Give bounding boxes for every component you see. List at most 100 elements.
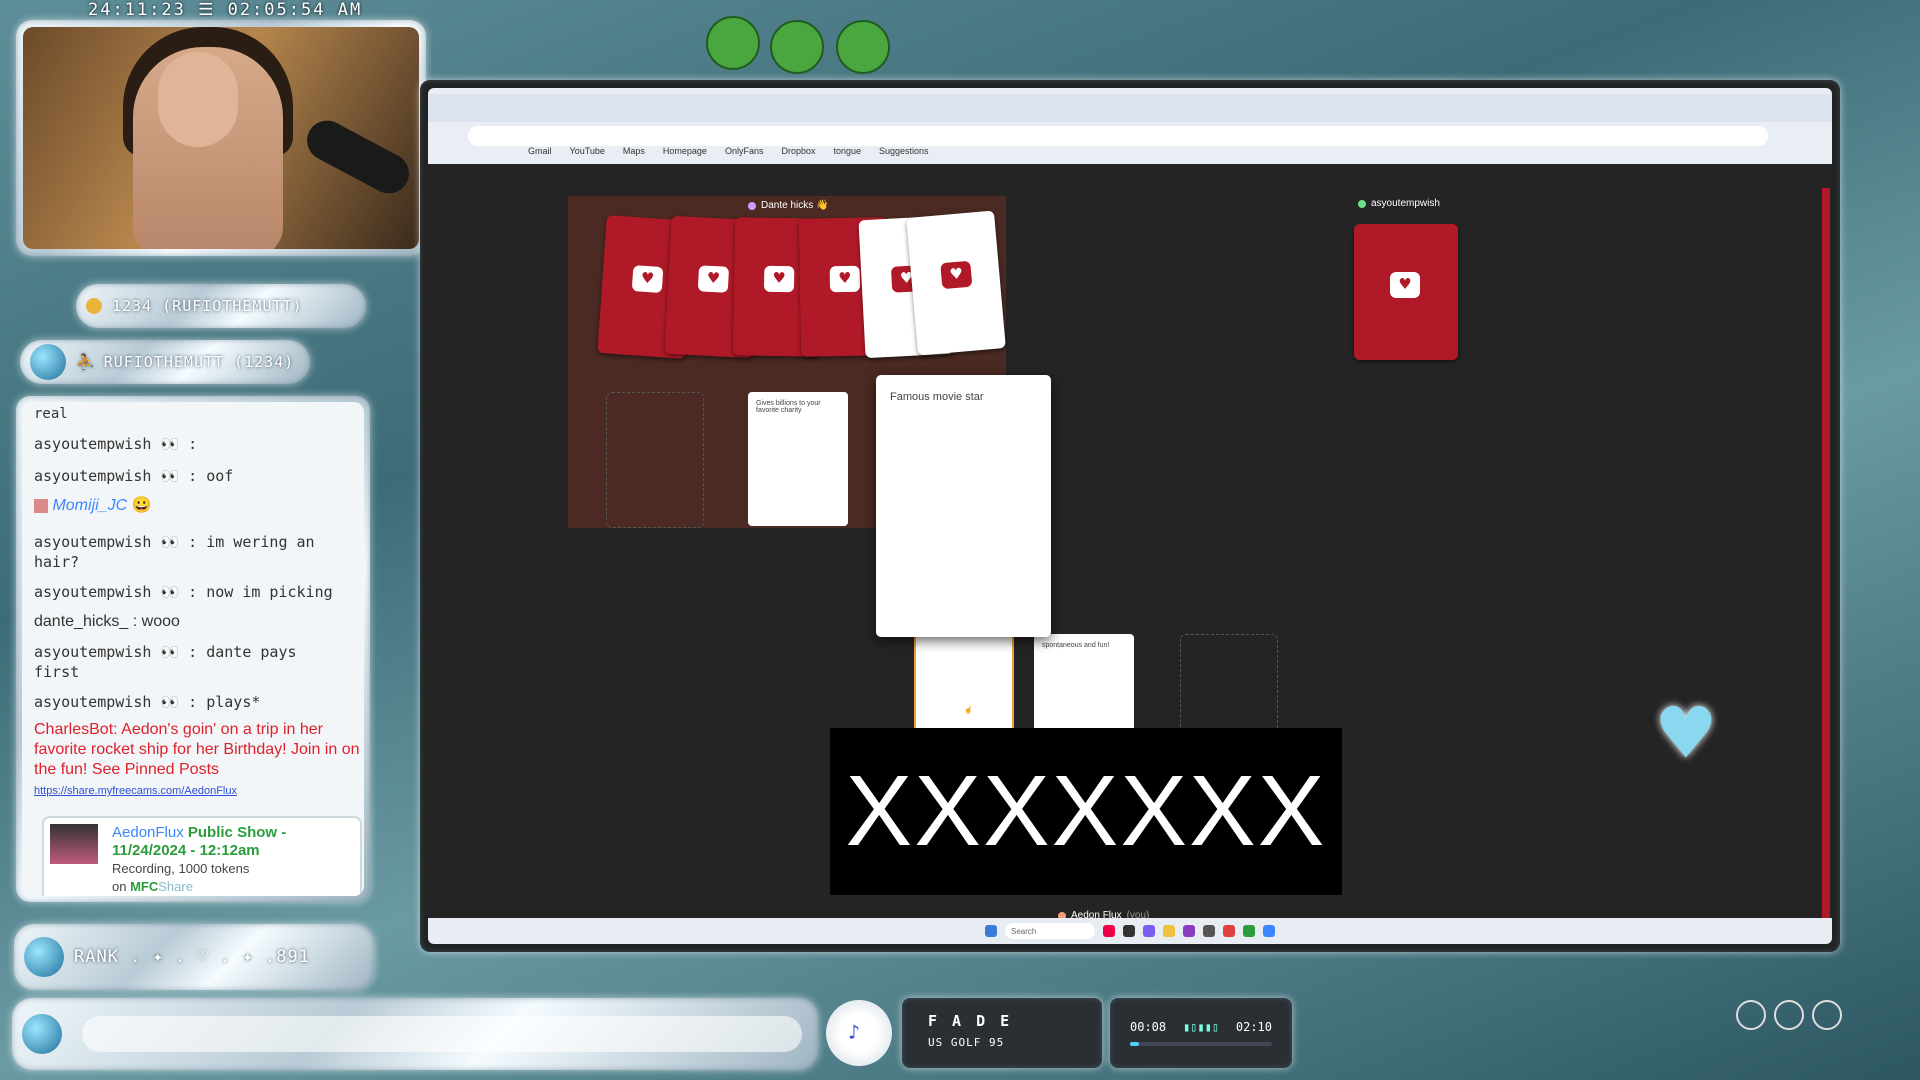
chat-message: Momiji_JC 😀 <box>34 496 364 516</box>
equalizer-icon: ▮▯▮▮▯ <box>1182 1020 1220 1034</box>
app-icon[interactable] <box>1103 925 1115 937</box>
pepe-emotes <box>706 6 916 76</box>
top-fan-pill: 1234 (RUFIOTHEMUTT) <box>76 284 366 328</box>
chat-panel: real asyoutempwish 👀 : asyoutempwish 👀 :… <box>16 396 370 902</box>
taskbar-search[interactable]: Search <box>1005 923 1095 939</box>
chat-message: asyoutempwish 👀 : im wering an hair? <box>34 532 354 572</box>
bookmark-item[interactable]: Homepage <box>663 146 707 164</box>
bookmark-item[interactable]: tongue <box>833 146 861 164</box>
heart-flag-icon: ♥ <box>697 265 730 293</box>
rank-pill: RANK . ✦ . ♡ . ✦ .891 <box>14 924 374 990</box>
spotify-avatar: ♪ <box>826 1000 892 1066</box>
bot-username: CharlesBot <box>34 721 114 738</box>
latest-follower-pill: ⛹ RUFIOTHEMUTT (1234) <box>20 340 310 384</box>
music-icon: ♪ <box>848 1020 861 1044</box>
empty-card-slot[interactable] <box>606 392 704 528</box>
coin-icon <box>86 298 102 314</box>
chat-message: asyoutempwish 👀 : oof <box>34 466 364 486</box>
bookmark-item[interactable]: Suggestions <box>879 146 929 164</box>
player-tag-asyoutempwish: asyoutempwish <box>1358 198 1440 209</box>
bookmarks-bar: Gmail YouTube Maps Homepage OnlyFans Dro… <box>428 146 929 164</box>
gem-icon <box>30 344 66 380</box>
avatar <box>34 498 48 513</box>
heart-flag-icon: ♥ <box>763 265 795 293</box>
app-icon[interactable] <box>1183 925 1195 937</box>
bookmark-item[interactable]: Maps <box>623 146 645 164</box>
mfc-share: Share <box>158 879 193 894</box>
chrome-icon[interactable] <box>1223 925 1235 937</box>
song-progress-track <box>1130 1042 1272 1046</box>
played-card[interactable]: Gives billions to your favorite charity <box>748 392 848 526</box>
taskbar-search-label: Search <box>1011 926 1037 936</box>
chat-header-partial: real <box>34 406 68 422</box>
follower-icon: ⛹ <box>76 353 96 371</box>
player-dot <box>748 201 756 210</box>
gem-icon <box>22 1014 62 1054</box>
recording-card[interactable]: AedonFlux Public Show - 11/24/2024 - 12:… <box>42 816 362 896</box>
card-text: spontaneous and fun! <box>1042 642 1110 649</box>
chat-text: 👀 : <box>160 435 198 453</box>
overlay-icons <box>1736 1000 1842 1030</box>
windows-taskbar: Search <box>428 918 1832 944</box>
heart-flag-icon: ♥ <box>829 265 861 293</box>
folder-icon[interactable] <box>1163 925 1175 937</box>
bookmark-item[interactable]: Gmail <box>528 146 552 164</box>
chat-message: asyoutempwish 👀 : now im picking <box>34 582 364 602</box>
webcam-frame <box>16 20 426 256</box>
song-artist: F A D E <box>928 1012 1013 1030</box>
heart-flag-icon: ♥ <box>940 260 973 290</box>
mfc-brand: MFC <box>130 879 159 894</box>
music-progress-card: 00:08 ▮▯▮▮▯ 02:10 <box>1110 998 1292 1068</box>
microphone <box>300 113 416 201</box>
player-card[interactable]: ♥ <box>906 210 1006 356</box>
bot-link[interactable]: https://share.myfreecams.com/AedonFlux <box>34 785 237 797</box>
chat-message: asyoutempwish 👀 : plays* <box>34 692 364 712</box>
bottom-input-track <box>82 1016 802 1052</box>
app-icon[interactable] <box>1123 925 1135 937</box>
audio-icon <box>1736 1000 1766 1030</box>
chat-text: 👀 : plays* <box>160 693 261 711</box>
chat-username: asyoutempwish <box>34 467 152 485</box>
chat-body: real asyoutempwish 👀 : asyoutempwish 👀 :… <box>22 402 364 896</box>
chat-username: asyoutempwish <box>34 533 152 551</box>
bookmark-item[interactable]: Dropbox <box>781 146 815 164</box>
card-text: Gives billions to your favorite charity <box>756 400 821 414</box>
deck-card[interactable]: ♥ <box>1354 224 1458 360</box>
gem-icon <box>24 937 64 977</box>
censor-block: XXXXXXX <box>830 728 1342 895</box>
stream-timestamp: 24:11:23 ☰ 02:05:54 AM <box>88 0 363 20</box>
chat-text: 😀 <box>131 497 152 514</box>
app-icon[interactable] <box>1143 925 1155 937</box>
chat-message: asyoutempwish 👀 : <box>34 434 364 454</box>
hovered-card-preview[interactable]: Famous movie star <box>876 375 1051 637</box>
chat-username: asyoutempwish <box>34 693 152 711</box>
address-bar[interactable] <box>468 126 1768 146</box>
song-total: 02:10 <box>1235 1020 1272 1034</box>
browser-tabs[interactable] <box>428 94 1832 122</box>
frog-emote-2 <box>770 20 824 74</box>
chat-username: asyoutempwish <box>34 435 152 453</box>
pixel-heart-icon: ♥ <box>1660 684 1712 784</box>
song-elapsed: 00:08 <box>1130 1020 1167 1034</box>
recording-name: AedonFlux <box>112 824 184 841</box>
bot-message: CharlesBot: Aedon's goin' on a trip in h… <box>34 720 364 801</box>
app-icon[interactable] <box>1263 925 1275 937</box>
app-icon[interactable] <box>1243 925 1255 937</box>
player-name: Dante hicks 👋 <box>761 200 829 211</box>
card-text: Famous movie star <box>890 391 984 403</box>
bottom-input-bar <box>12 998 818 1070</box>
bookmark-item[interactable]: OnlyFans <box>725 146 764 164</box>
bookmark-item[interactable]: YouTube <box>570 146 605 164</box>
cursor-icon: ☝ <box>964 707 973 714</box>
song-progress-fill <box>1130 1042 1139 1046</box>
webcam-subject-face <box>158 52 238 147</box>
chat-message: dante_hicks_ : wooo <box>34 612 364 632</box>
chat-text: 👀 : oof <box>160 467 234 485</box>
webcam-feed <box>23 27 419 249</box>
top-fan-label: 1234 (RUFIOTHEMUTT) <box>112 297 303 315</box>
heart-flag-icon: ♥ <box>631 265 664 294</box>
chat-text: 👀 : now im picking <box>160 583 333 601</box>
start-icon[interactable] <box>985 925 997 937</box>
rank-label: RANK . ✦ . ♡ . ✦ .891 <box>74 947 310 967</box>
app-icon[interactable] <box>1203 925 1215 937</box>
